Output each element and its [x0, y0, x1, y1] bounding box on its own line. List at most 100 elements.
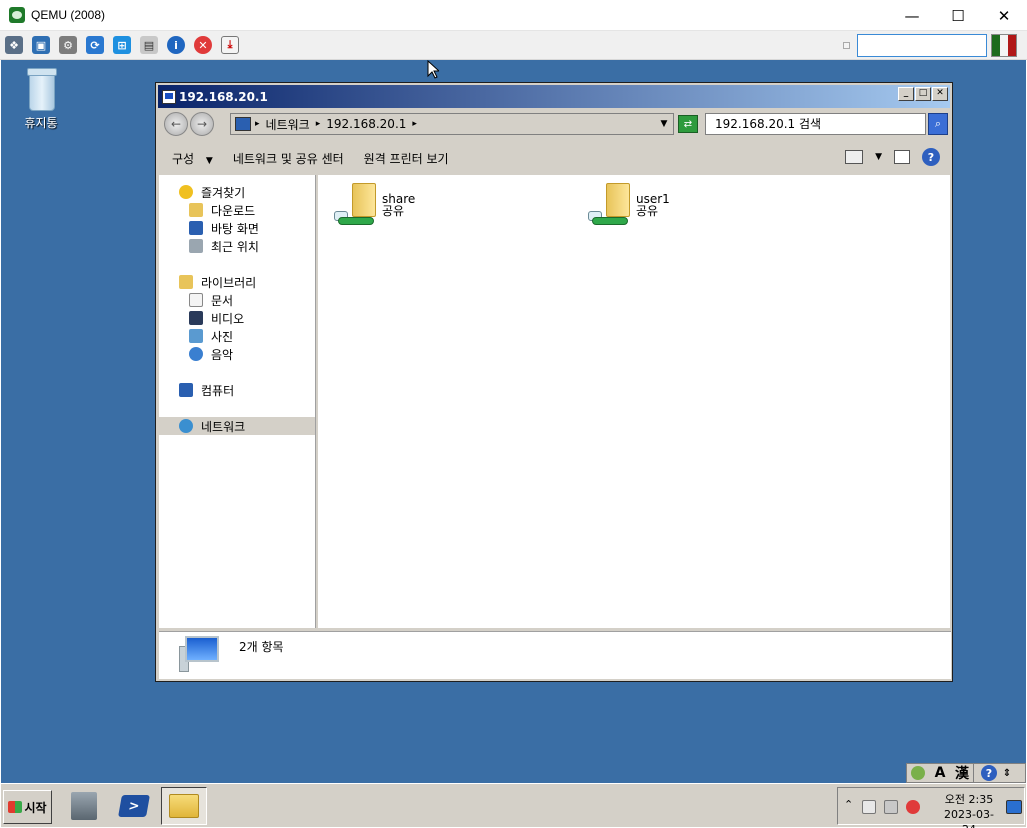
breadcrumb-chevron-icon-2[interactable]: ▸	[412, 119, 417, 129]
show-desktop-icon[interactable]	[1006, 800, 1022, 814]
drive-icon[interactable]: ▤	[140, 36, 158, 54]
nav-network-label: 네트워크	[201, 419, 246, 434]
nav-downloads[interactable]: 다운로드	[159, 201, 315, 219]
explorer-titlebar[interactable]: 192.168.20.1 _ □ ✕	[158, 85, 950, 108]
nav-music-label: 음악	[211, 347, 234, 362]
start-button[interactable]: 시작	[3, 790, 52, 824]
chevron-icon[interactable]: ▸	[255, 119, 260, 129]
recycle-bin-label: 휴지통	[24, 116, 58, 130]
help-icon-langbar[interactable]: ?	[979, 764, 999, 782]
cubes-icon[interactable]: ❖	[5, 36, 23, 54]
back-button[interactable]: ←	[164, 112, 188, 136]
nav-network[interactable]: 네트워크	[159, 417, 315, 435]
nav-music[interactable]: 음악	[159, 345, 315, 363]
address-bar[interactable]: ▸ 네트워크 ▸ 192.168.20.1 ▸	[230, 113, 674, 135]
documents-icon	[189, 293, 203, 307]
nav-libraries[interactable]: 라이브러리	[159, 273, 315, 291]
network-sharing-center-button[interactable]: 네트워크 및 공유 센터	[233, 150, 344, 167]
share-type: 공유	[382, 204, 405, 218]
explorer-close-button[interactable]: ✕	[932, 87, 948, 101]
nav-documents[interactable]: 문서	[159, 291, 315, 309]
nav-videos[interactable]: 비디오	[159, 309, 315, 327]
view-dropdown-icon[interactable]: ▼	[875, 152, 882, 162]
breadcrumb-host[interactable]: 192.168.20.1	[326, 117, 406, 131]
refresh-icon[interactable]: ⟳	[86, 36, 104, 54]
windows-logo-icon	[8, 801, 23, 813]
input-mode-button[interactable]: A	[929, 764, 951, 782]
organize-menu[interactable]: 구성 ▼	[172, 150, 213, 167]
change-view-icon[interactable]	[845, 150, 864, 164]
nav-downloads-label: 다운로드	[211, 203, 256, 218]
volume-muted-icon[interactable]	[906, 800, 920, 814]
gear-icon[interactable]: ⚙	[59, 36, 77, 54]
breadcrumb-network[interactable]: 네트워크	[266, 116, 310, 133]
qemu-app-icon	[9, 7, 25, 23]
stop-icon[interactable]: ✕	[194, 36, 212, 54]
content-pane: share 공유 user1 공유	[318, 175, 950, 628]
recent-places-icon	[189, 239, 203, 253]
powershell-button[interactable]: >	[111, 787, 157, 825]
share-item-share[interactable]: share 공유	[334, 183, 415, 231]
explorer-title: 192.168.20.1	[179, 89, 268, 104]
help-icon[interactable]: ?	[922, 148, 940, 166]
address-bar-area: ← → ▸ 네트워크 ▸ 192.168.20.1 ▸ ▼ ⇄ 192.168.…	[158, 111, 950, 141]
server-manager-button[interactable]	[61, 787, 107, 825]
hanja-button[interactable]: 漢	[951, 764, 973, 782]
explorer-taskbar-button[interactable]	[161, 787, 207, 825]
windows-icon[interactable]: ⊞	[113, 36, 131, 54]
info-icon[interactable]: i	[167, 36, 185, 54]
fullscreen-icon[interactable]: ▣	[32, 36, 50, 54]
nav-desktop[interactable]: 바탕 화면	[159, 219, 315, 237]
close-button[interactable]: ✕	[981, 0, 1027, 31]
share-item-user1[interactable]: user1 공유	[588, 183, 670, 231]
search-icon[interactable]: ⌕	[928, 113, 948, 135]
shared-folder-icon-2	[588, 183, 630, 231]
go-refresh-button[interactable]: ⇄	[678, 115, 698, 133]
explorer-maximize-button[interactable]: □	[915, 87, 931, 101]
nav-recent[interactable]: 최근 위치	[159, 237, 315, 255]
show-hidden-icons-icon[interactable]: ⌃	[844, 798, 853, 811]
libraries-icon	[179, 275, 193, 289]
clock-time: 오전 2:35	[944, 793, 994, 806]
eject-icon[interactable]: ⤓	[221, 36, 239, 54]
preview-pane-icon[interactable]	[894, 150, 910, 164]
maximize-button[interactable]: ☐	[935, 0, 981, 31]
clock-date: 2023-03-24	[944, 808, 994, 828]
host-window-title: QEMU (2008)	[31, 8, 106, 22]
color-swatch[interactable]	[991, 34, 1017, 57]
nav-computer[interactable]: 컴퓨터	[159, 381, 315, 399]
system-tray: ⌃ 오전 2:35 2023-03-24	[837, 787, 1025, 828]
search-input[interactable]: 192.168.20.1 검색	[705, 113, 926, 135]
nav-favorites[interactable]: 즐겨찾기	[159, 183, 315, 201]
nav-documents-label: 문서	[211, 293, 234, 308]
langbar-options-icon[interactable]: ⇕	[999, 764, 1015, 782]
toolbar-input[interactable]	[857, 34, 987, 57]
organize-label: 구성	[172, 151, 195, 166]
language-bar: A 漢 ? ⇕	[906, 763, 1026, 783]
pictures-icon	[189, 329, 203, 343]
music-icon	[189, 347, 203, 361]
navigation-pane: 즐겨찾기 다운로드 바탕 화면 최근 위치 라이브러리 문서 비디오 사진 음악…	[159, 175, 316, 628]
host-toolbar: ❖ ▣ ⚙ ⟳ ⊞ ▤ i ✕ ⤓	[0, 31, 1027, 60]
folder-icon	[169, 794, 199, 818]
action-center-flag-icon[interactable]	[862, 800, 876, 814]
breadcrumb-chevron-icon[interactable]: ▸	[316, 119, 321, 129]
minimize-button[interactable]: —	[889, 0, 935, 31]
forward-button[interactable]: →	[190, 112, 214, 136]
ime-pad-icon[interactable]	[907, 764, 929, 782]
network-tray-icon[interactable]	[884, 800, 898, 814]
network-computer-icon	[235, 117, 251, 131]
recycle-bin[interactable]: 휴지통	[19, 66, 63, 131]
network-computer-large-icon	[179, 636, 221, 672]
nav-pictures[interactable]: 사진	[159, 327, 315, 345]
nav-libraries-label: 라이브러리	[201, 275, 257, 290]
command-bar: 구성 ▼ 네트워크 및 공유 센터 원격 프린터 보기 ▼ ?	[158, 145, 950, 171]
view-remote-printers-button[interactable]: 원격 프린터 보기	[364, 150, 449, 167]
address-dropdown-icon[interactable]: ▼	[655, 113, 673, 135]
clock[interactable]: 오전 2:35 2023-03-24	[938, 792, 1000, 828]
computer-nav-icon	[179, 383, 193, 397]
nav-computer-label: 컴퓨터	[201, 383, 235, 398]
explorer-minimize-button[interactable]: _	[898, 87, 914, 101]
checkbox-icon[interactable]	[843, 42, 850, 49]
mouse-cursor-icon	[427, 60, 439, 79]
